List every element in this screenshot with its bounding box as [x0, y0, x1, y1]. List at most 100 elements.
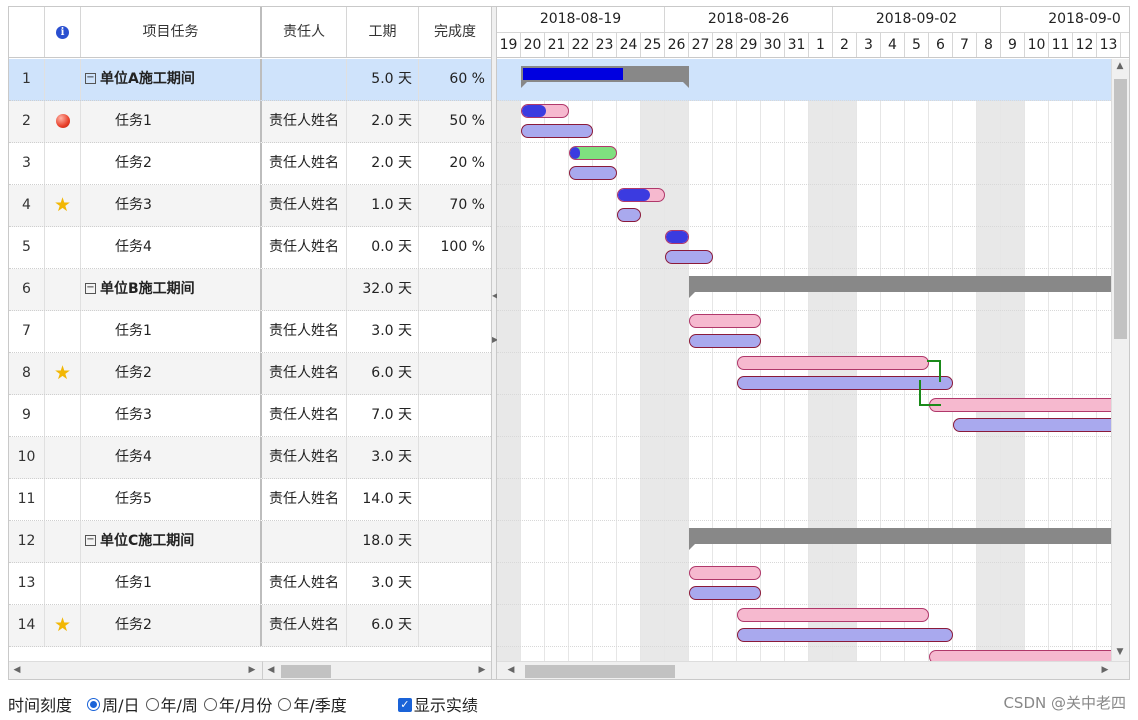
plan-bar[interactable]	[737, 608, 929, 622]
percent-cell[interactable]: 70 %	[419, 185, 491, 226]
duration-cell[interactable]: 3.0 天	[347, 311, 419, 352]
actual-bar[interactable]	[953, 418, 1111, 432]
table-row[interactable]: 11 任务5 责任人姓名 14.0 天	[9, 479, 491, 521]
owner-cell[interactable]	[262, 521, 347, 562]
duration-cell[interactable]: 32.0 天	[347, 269, 419, 310]
header-owner[interactable]: 责任人	[262, 7, 347, 57]
percent-cell[interactable]: 100 %	[419, 227, 491, 268]
percent-cell[interactable]	[419, 353, 491, 394]
summary-bar[interactable]	[689, 276, 1111, 298]
header-indicator[interactable]: i	[45, 7, 81, 57]
duration-cell[interactable]: 6.0 天	[347, 605, 419, 646]
task-cell[interactable]: 任务3	[81, 185, 262, 226]
gantt-row[interactable]	[497, 185, 1111, 227]
show-actual-checkbox[interactable]: ✓ 显示实绩	[397, 696, 478, 715]
collapse-toggle-icon[interactable]: −	[85, 534, 96, 546]
scroll-down-icon[interactable]: ▼	[1112, 647, 1128, 657]
plan-bar[interactable]	[665, 230, 689, 244]
scroll-right-icon[interactable]: ▶	[1097, 665, 1113, 675]
plan-bar[interactable]	[689, 314, 761, 328]
task-column-hscrollbar[interactable]: ◀ ▶	[9, 661, 262, 679]
grid-hscroll-thumb[interactable]	[281, 665, 331, 678]
header-task[interactable]: 项目任务	[81, 7, 262, 57]
scale-option[interactable]: 年/周	[145, 696, 198, 715]
actual-bar[interactable]	[665, 250, 713, 264]
duration-cell[interactable]: 2.0 天	[347, 101, 419, 142]
header-num[interactable]	[9, 7, 45, 57]
scroll-right-icon[interactable]: ▶	[474, 665, 490, 675]
duration-cell[interactable]: 6.0 天	[347, 353, 419, 394]
actual-bar[interactable]	[569, 166, 617, 180]
duration-cell[interactable]: 5.0 天	[347, 59, 419, 100]
task-cell[interactable]: 任务3	[81, 395, 262, 436]
vscroll-thumb[interactable]	[1114, 79, 1127, 339]
plan-bar[interactable]	[689, 566, 761, 580]
owner-cell[interactable]: 责任人姓名	[262, 479, 347, 520]
owner-cell[interactable]: 责任人姓名	[262, 227, 347, 268]
plan-bar[interactable]	[737, 356, 929, 370]
duration-cell[interactable]: 2.0 天	[347, 143, 419, 184]
scroll-left-icon[interactable]: ◀	[9, 665, 25, 675]
owner-cell[interactable]: 责任人姓名	[262, 563, 347, 604]
owner-cell[interactable]: 责任人姓名	[262, 101, 347, 142]
header-percent[interactable]: 完成度	[419, 7, 491, 57]
percent-cell[interactable]	[419, 269, 491, 310]
duration-cell[interactable]: 18.0 天	[347, 521, 419, 562]
collapse-toggle-icon[interactable]: −	[85, 282, 96, 294]
duration-cell[interactable]: 14.0 天	[347, 479, 419, 520]
task-cell[interactable]: 任务1	[81, 311, 262, 352]
owner-cell[interactable]: 责任人姓名	[262, 605, 347, 646]
scroll-left-icon[interactable]: ◀	[263, 665, 279, 675]
percent-cell[interactable]	[419, 605, 491, 646]
table-row[interactable]: 7 任务1 责任人姓名 3.0 天	[9, 311, 491, 353]
gantt-body[interactable]	[497, 59, 1111, 661]
task-cell[interactable]: 任务5	[81, 479, 262, 520]
dependency-link[interactable]	[919, 380, 941, 406]
task-cell[interactable]: 任务1	[81, 563, 262, 604]
task-cell[interactable]: − 单位C施工期间	[81, 521, 262, 562]
task-cell[interactable]: 任务4	[81, 437, 262, 478]
duration-cell[interactable]: 0.0 天	[347, 227, 419, 268]
owner-cell[interactable]: 责任人姓名	[262, 353, 347, 394]
table-row[interactable]: 13 任务1 责任人姓名 3.0 天	[9, 563, 491, 605]
table-row[interactable]: 1 − 单位A施工期间 5.0 天 60 %	[9, 59, 491, 101]
table-row[interactable]: 14 ★ 任务2 责任人姓名 6.0 天	[9, 605, 491, 647]
owner-cell[interactable]	[262, 269, 347, 310]
plan-bar[interactable]	[569, 146, 617, 160]
table-row[interactable]: 6 − 单位B施工期间 32.0 天	[9, 269, 491, 311]
percent-cell[interactable]: 20 %	[419, 143, 491, 184]
task-cell[interactable]: 任务4	[81, 227, 262, 268]
table-row[interactable]: 2 任务1 责任人姓名 2.0 天 50 %	[9, 101, 491, 143]
gantt-row[interactable]	[497, 437, 1111, 479]
percent-cell[interactable]: 50 %	[419, 101, 491, 142]
owner-cell[interactable]: 责任人姓名	[262, 143, 347, 184]
gantt-row[interactable]	[497, 563, 1111, 605]
percent-cell[interactable]	[419, 395, 491, 436]
percent-cell[interactable]	[419, 311, 491, 352]
table-row[interactable]: 5 任务4 责任人姓名 0.0 天 100 %	[9, 227, 491, 269]
duration-cell[interactable]: 3.0 天	[347, 563, 419, 604]
duration-cell[interactable]: 1.0 天	[347, 185, 419, 226]
actual-bar[interactable]	[521, 124, 593, 138]
percent-cell[interactable]	[419, 479, 491, 520]
owner-cell[interactable]: 责任人姓名	[262, 185, 347, 226]
table-row[interactable]: 9 任务3 责任人姓名 7.0 天	[9, 395, 491, 437]
dependency-link[interactable]	[927, 360, 941, 382]
actual-bar[interactable]	[689, 586, 761, 600]
owner-cell[interactable]: 责任人姓名	[262, 395, 347, 436]
table-row[interactable]: 4 ★ 任务3 责任人姓名 1.0 天 70 %	[9, 185, 491, 227]
task-cell[interactable]: 任务1	[81, 101, 262, 142]
percent-cell[interactable]: 60 %	[419, 59, 491, 100]
scale-option[interactable]: 年/季度	[278, 696, 347, 715]
actual-bar[interactable]	[689, 334, 761, 348]
table-row[interactable]: 3 任务2 责任人姓名 2.0 天 20 %	[9, 143, 491, 185]
scroll-left-icon[interactable]: ◀	[503, 665, 519, 675]
summary-bar[interactable]	[689, 528, 1111, 550]
task-cell[interactable]: 任务2	[81, 605, 262, 646]
gantt-row[interactable]	[497, 479, 1111, 521]
percent-cell[interactable]	[419, 437, 491, 478]
task-cell[interactable]: − 单位A施工期间	[81, 59, 262, 100]
owner-cell[interactable]: 责任人姓名	[262, 311, 347, 352]
gantt-vscrollbar[interactable]: ▲ ▼	[1111, 59, 1129, 661]
grid-hscrollbar[interactable]: ◀ ▶	[262, 661, 491, 679]
